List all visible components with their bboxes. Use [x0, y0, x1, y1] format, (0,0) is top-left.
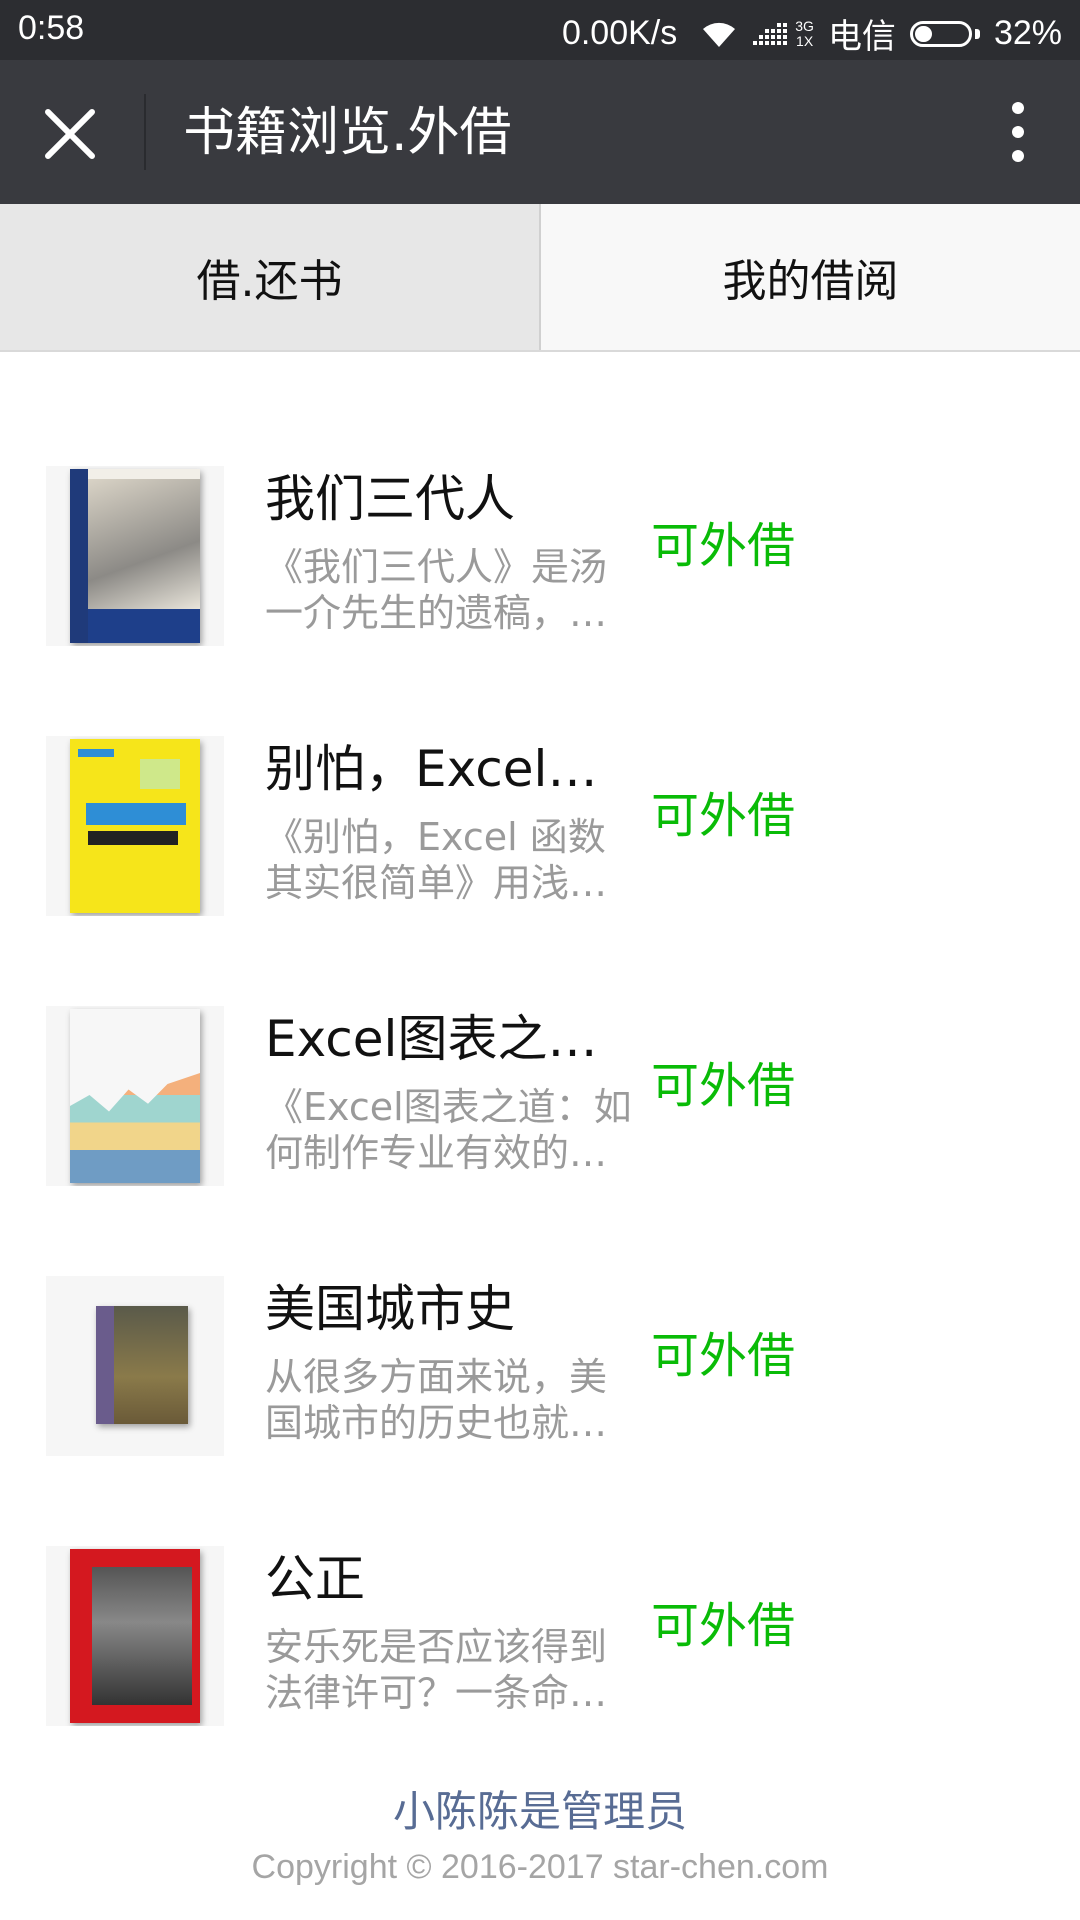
copyright-text: Copyright © 2016-2017 star-chen.com — [251, 1848, 829, 1886]
close-icon — [45, 109, 95, 159]
status-indicators: 0.00K/s 3G 1X 电信 32% — [562, 9, 1062, 58]
book-title: 美国城市史 — [265, 1280, 515, 1338]
book-title: 公正 — [265, 1550, 365, 1608]
more-button[interactable] — [996, 98, 1040, 166]
list-item[interactable]: 别怕，Excel函数其实很简单 《别怕，Excel 函数其实很简单》用浅显易懂的… — [0, 736, 1080, 916]
book-title: 别怕，Excel函数其实很简单 — [265, 740, 645, 798]
close-button[interactable] — [38, 102, 102, 166]
book-description: 《Excel图表之道：如何制作专业有效的商务图表》 — [265, 1085, 632, 1175]
status-badge: 可外借 — [651, 518, 796, 574]
signal-icon — [753, 19, 788, 49]
tab-bar: 借.还书 我的借阅 — [0, 204, 1080, 352]
book-cover — [46, 1276, 224, 1456]
list-item[interactable]: 公正 安乐死是否应该得到法律许可？一条命是否值得 可外借 — [0, 1546, 1080, 1726]
more-vertical-icon — [996, 102, 1040, 162]
list-item[interactable]: 美国城市史 从很多方面来说，美国城市的历史也就是美国的历史 可外借 — [0, 1276, 1080, 1456]
status-badge: 可外借 — [651, 788, 796, 844]
title-bar: 书籍浏览.外借 — [0, 60, 1080, 204]
admin-link[interactable]: 小陈陈是管理员 — [0, 1778, 1080, 1839]
title-divider — [144, 94, 146, 170]
status-time: 0:58 — [18, 9, 85, 47]
book-title: Excel图表之道：如何制作专业有效的商务图表 — [265, 1010, 645, 1068]
status-bar: 0:58 0.00K/s 3G 1X 电信 32% — [0, 0, 1080, 60]
battery-icon — [909, 19, 980, 49]
status-badge: 可外借 — [651, 1328, 796, 1384]
page-title: 书籍浏览.外借 — [183, 103, 512, 163]
wifi-icon — [699, 19, 739, 49]
network-type: 3G 1X — [795, 17, 814, 49]
list-item[interactable]: Excel图表之道：如何制作专业有效的商务图表 《Excel图表之道：如何制作专… — [0, 1006, 1080, 1186]
status-badge: 可外借 — [651, 1598, 796, 1654]
book-cover — [46, 736, 224, 916]
tab-borrow-return[interactable]: 借.还书 — [0, 204, 539, 350]
book-title: 我们三代人 — [265, 470, 515, 528]
carrier-name: 电信 — [827, 18, 896, 56]
network-speed: 0.00K/s — [561, 14, 678, 52]
battery-percent: 32% — [993, 14, 1062, 52]
book-description: 从很多方面来说，美国城市的历史也就是美国的历史 — [265, 1355, 608, 1445]
book-description: 《别怕，Excel 函数其实很简单》用浅显易懂的语言 — [265, 815, 608, 905]
status-badge: 可外借 — [651, 1058, 796, 1114]
book-cover — [46, 466, 224, 646]
tab-my-borrowing[interactable]: 我的借阅 — [539, 204, 1080, 350]
book-description: 《我们三代人》是汤一介先生的遗稿，经整理而成 — [265, 545, 608, 635]
list-item[interactable]: 我们三代人 《我们三代人》是汤一介先生的遗稿，经整理而成 可外借 — [0, 466, 1080, 646]
book-cover — [46, 1546, 224, 1726]
book-description: 安乐死是否应该得到法律许可？一条命是否值得 — [265, 1625, 608, 1715]
book-cover — [46, 1006, 224, 1186]
